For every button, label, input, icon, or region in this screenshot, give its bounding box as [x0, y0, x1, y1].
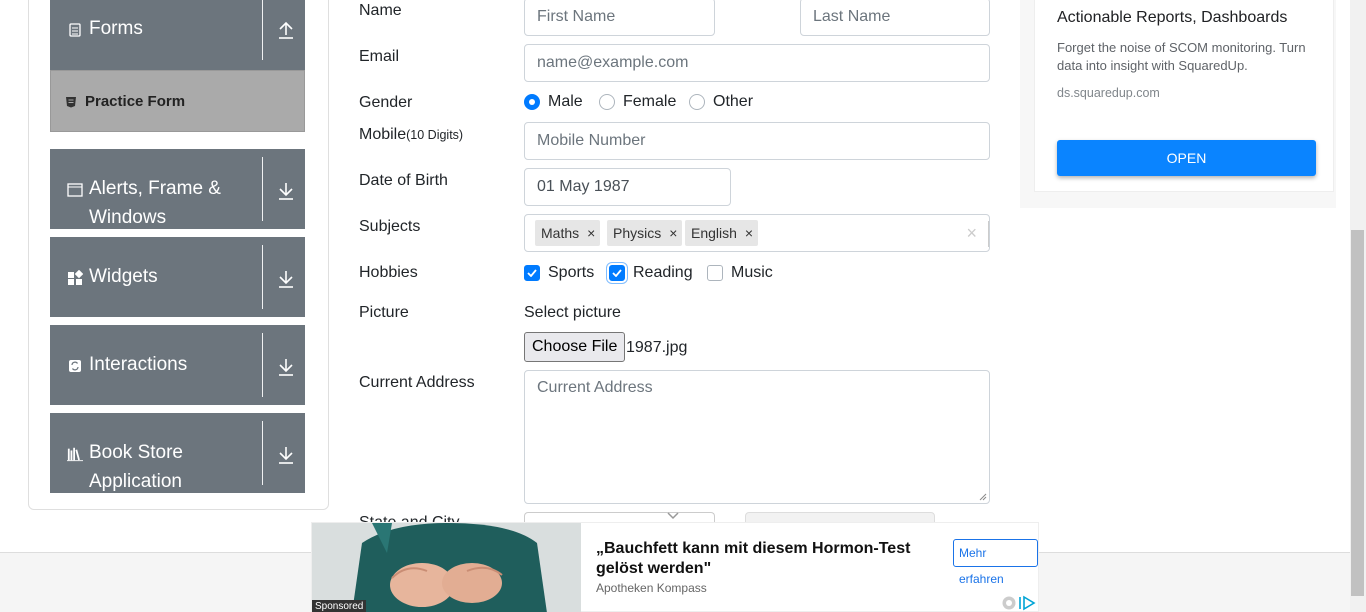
remove-chip-icon[interactable]: × [669, 225, 677, 241]
sidebar-item-label: Practice Form [85, 93, 186, 110]
sidebar-group-interactions[interactable]: Interactions [50, 325, 305, 405]
checkbox-label: Reading [633, 264, 693, 281]
radio-icon [689, 94, 705, 110]
divider [262, 333, 263, 397]
first-name-input[interactable]: First Name [524, 0, 715, 36]
divider [262, 421, 263, 485]
remove-chip-icon[interactable]: × [587, 225, 595, 241]
window-icon [67, 182, 83, 198]
chevron-down-icon[interactable] [276, 269, 296, 289]
radio-label: Other [713, 93, 754, 110]
sidebar-group-label: Interactions [89, 354, 188, 375]
sidebar-group-label: Alerts, Frame & [89, 178, 221, 199]
chevron-down-icon [667, 512, 679, 520]
gender-male-radio[interactable]: Male [524, 93, 583, 111]
hobbies-label: Hobbies [359, 264, 418, 281]
interactions-icon [67, 358, 83, 374]
sidebar-group-label: Book Store [89, 442, 183, 463]
gender-female-radio[interactable]: Female [599, 93, 676, 111]
hobby-sports-checkbox[interactable]: Sports [524, 264, 594, 282]
ad-headline[interactable]: „Bauchfett kann mit diesem Hormon-Test g… [596, 539, 936, 579]
address-label: Current Address [359, 374, 475, 391]
email-label: Email [359, 48, 400, 65]
ad-title: Actionable Reports, Dashboards [1057, 9, 1288, 26]
checkbox-checked-icon [609, 265, 625, 281]
chevron-down-icon[interactable] [276, 357, 296, 377]
hobby-music-checkbox[interactable]: Music [707, 264, 773, 282]
divider [988, 221, 989, 247]
last-name-input[interactable]: Last Name [800, 0, 990, 36]
checkbox-checked-icon [524, 265, 540, 281]
divider [262, 157, 263, 221]
ad-description: Forget the noise of SCOM monitoring. Tur… [1057, 40, 1306, 73]
sidebar-group-label: Forms [89, 18, 143, 39]
checkbox-label: Music [731, 264, 773, 281]
subject-chip: English × [685, 220, 759, 246]
select-picture-label: Select picture [524, 304, 621, 321]
ad-open-button[interactable]: OPEN [1057, 140, 1316, 176]
dob-label: Date of Birth [359, 172, 448, 189]
scrollbar-thumb[interactable] [1351, 230, 1364, 596]
form-icon [66, 97, 76, 108]
picture-label: Picture [359, 304, 409, 321]
current-address-textarea[interactable]: Current Address [524, 370, 990, 504]
mobile-input[interactable]: Mobile Number [524, 122, 990, 160]
checkbox-icon [707, 265, 723, 281]
subject-chip: Maths × [535, 220, 601, 246]
ad-source: Apotheken Kompass [596, 581, 707, 595]
choose-file-button[interactable]: Choose File [524, 332, 626, 362]
sidebar-group-label-line2: Application [89, 471, 182, 492]
sidebar-item-practice-form[interactable]: Practice Form [50, 70, 305, 132]
radio-icon [599, 94, 615, 110]
gender-other-radio[interactable]: Other [689, 93, 753, 111]
sidebar-group-alerts[interactable]: Alerts, Frame & Windows [50, 149, 305, 229]
chevron-down-icon[interactable] [276, 181, 296, 201]
sidebar-group-label: Widgets [89, 266, 158, 287]
sidebar-group-widgets[interactable]: Widgets [50, 237, 305, 317]
subjects-label: Subjects [359, 218, 421, 235]
sidebar-group-forms[interactable]: Forms [50, 0, 305, 70]
ad-more-button[interactable]: Mehr erfahren [953, 539, 1038, 586]
radio-selected-icon [524, 94, 540, 110]
mobile-label: Mobile(10 Digits) [359, 126, 464, 143]
radio-label: Male [548, 93, 583, 110]
email-input[interactable]: name@example.com [524, 44, 990, 82]
date-of-birth-input[interactable]: 01 May 1987 [524, 168, 731, 206]
checkbox-label: Sports [548, 264, 595, 281]
document-icon [67, 22, 83, 38]
file-name: 1987.jpg [626, 339, 688, 356]
hobby-reading-checkbox[interactable]: Reading [609, 264, 693, 282]
books-icon [67, 446, 83, 462]
chevron-down-icon[interactable] [276, 445, 296, 465]
name-label: Name [359, 2, 402, 19]
subject-chip: Physics × [607, 220, 683, 246]
ad-banner-bottom[interactable]: Sponsored „Bauchfett kann mit diesem Hor… [311, 522, 1039, 612]
remove-chip-icon[interactable]: × [745, 225, 753, 241]
sidebar-group-label-line2: Windows [89, 207, 167, 228]
clear-icon[interactable]: × [966, 223, 977, 244]
ad-choices-icon[interactable] [1002, 595, 1038, 611]
resize-handle-icon[interactable] [979, 493, 987, 501]
sidebar-group-book-store[interactable]: Book Store Application [50, 413, 305, 493]
mobile-hint: (10 Digits) [406, 128, 464, 142]
divider [262, 245, 263, 309]
gender-label: Gender [359, 94, 413, 111]
ad-card[interactable]: Actionable Reports, Dashboards Forget th… [1034, 0, 1334, 192]
sponsored-label: Sponsored [312, 600, 367, 612]
widgets-icon [67, 270, 83, 286]
chevron-up-icon[interactable] [276, 20, 296, 40]
page: Forms Practice Form Alerts, Frame & Wind… [0, 0, 1366, 612]
ad-panel-right: Actionable Reports, Dashboards Forget th… [1020, 0, 1336, 208]
divider [262, 0, 263, 60]
radio-label: Female [623, 93, 677, 110]
address-placeholder: Current Address [537, 379, 653, 396]
ad-url: ds.squaredup.com [1057, 86, 1160, 100]
ad-image: Sponsored [312, 523, 581, 612]
subjects-input[interactable]: Maths × Physics × English × × [524, 214, 990, 252]
